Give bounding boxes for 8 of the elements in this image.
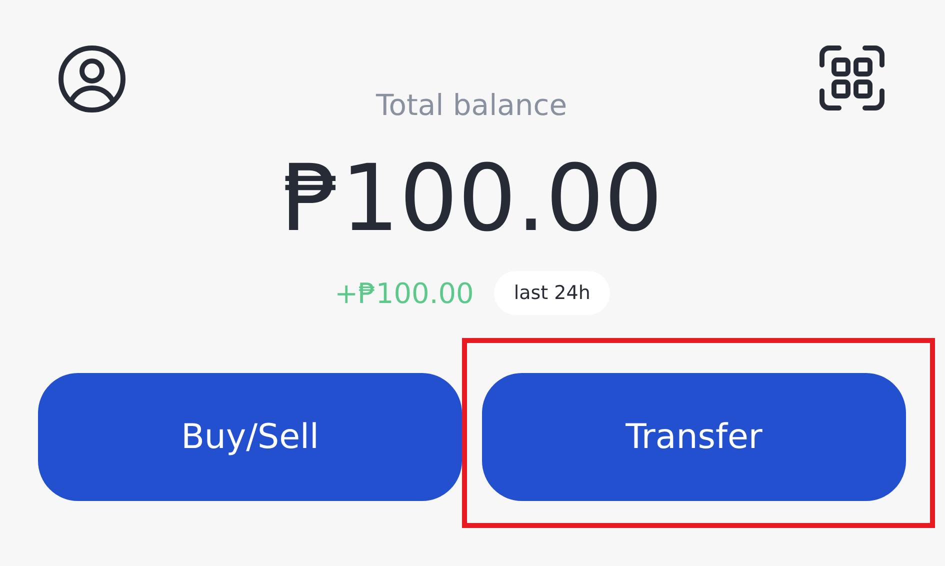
scan-icon[interactable] (819, 45, 885, 111)
total-balance-label: Total balance (376, 87, 568, 123)
balance-change: +₱100.00 (334, 276, 474, 310)
profile-icon[interactable] (58, 45, 126, 113)
period-badge: last 24h (494, 271, 610, 315)
buy-sell-button[interactable]: Buy/Sell (38, 373, 462, 501)
balance-amount: ₱100.00 (282, 145, 663, 252)
transfer-button[interactable]: Transfer (482, 373, 906, 501)
